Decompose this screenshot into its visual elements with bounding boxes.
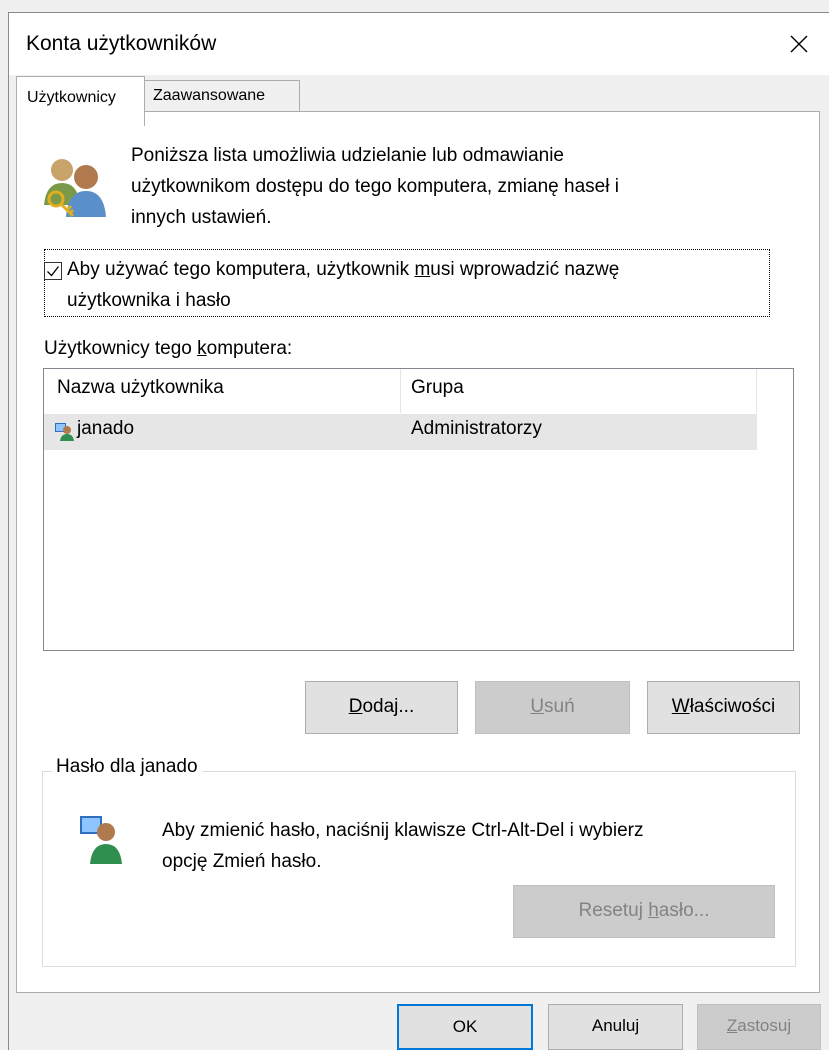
column-divider[interactable] <box>756 369 757 413</box>
table-row[interactable]: janado Administratorzy <box>44 414 757 450</box>
require-login-accel: m <box>414 259 431 280</box>
apply-button[interactable]: Zastosuj <box>697 1004 821 1050</box>
apply-label: astosuj <box>737 1016 792 1035</box>
users-label-text: omputera: <box>206 338 293 359</box>
reset-password-button[interactable]: Resetuj hasło... <box>513 885 775 938</box>
user-group-cell: Administratorzy <box>411 418 542 439</box>
window-title: Konta użytkowników <box>26 32 217 55</box>
close-button[interactable] <box>769 13 829 75</box>
apply-accel: Z <box>726 1016 738 1035</box>
password-info-line: opcję Zmień hasło. <box>162 851 322 872</box>
password-info-text: Aby zmienić hasło, naciśnij klawisze Ctr… <box>162 815 782 877</box>
require-login-text: usi wprowadzić nazwę <box>430 259 620 280</box>
properties-accel: W <box>671 696 690 717</box>
user-name-cell: janado <box>77 418 135 439</box>
intro-line: Poniższa lista umożliwia udzielanie lub … <box>131 145 565 166</box>
require-login-text: użytkownika i hasło <box>67 290 231 311</box>
users-list[interactable]: Nazwa użytkownika Grupa janado Administr… <box>43 368 794 651</box>
reset-password-label: Resetuj <box>578 900 649 921</box>
add-label: odaj... <box>362 696 415 717</box>
user-icon <box>55 423 74 441</box>
column-header-username[interactable]: Nazwa użytkownika <box>57 377 224 399</box>
users-label-text: Użytkownicy tego <box>44 338 198 359</box>
users-list-label: Użytkownicy tego komputera: <box>44 333 292 364</box>
require-login-text: Aby używać tego komputera, użytkownik <box>67 259 415 280</box>
reset-password-label: asło... <box>658 900 710 921</box>
add-accel: D <box>348 696 363 717</box>
user-icon <box>80 816 122 864</box>
users-label-accel: k <box>197 338 207 359</box>
properties-label: łaściwości <box>689 696 776 717</box>
remove-accel: U <box>530 696 545 717</box>
column-divider[interactable] <box>400 369 401 413</box>
column-header-group[interactable]: Grupa <box>411 377 464 399</box>
intro-line: użytkownikom dostępu do tego komputera, … <box>131 176 619 197</box>
remove-label: suń <box>544 696 575 717</box>
require-login-checkbox[interactable] <box>44 262 62 280</box>
properties-button[interactable]: Właściwości <box>647 681 800 734</box>
cancel-button[interactable]: Anuluj <box>548 1004 683 1050</box>
title-bar: Konta użytkowników <box>9 13 829 75</box>
ok-button[interactable]: OK <box>397 1004 533 1050</box>
close-icon <box>790 35 808 53</box>
intro-text: Poniższa lista umożliwia udzielanie lub … <box>131 140 771 233</box>
add-button[interactable]: Dodaj... <box>305 681 458 734</box>
tab-advanced-label: Zaawansowane <box>153 87 266 104</box>
users-group-icon <box>44 159 106 218</box>
tab-users[interactable]: Użytkownicy <box>16 76 145 126</box>
password-info-line: Aby zmienić hasło, naciśnij klawisze Ctr… <box>162 820 644 841</box>
require-login-label[interactable]: Aby używać tego komputera, użytkownik mu… <box>67 254 767 316</box>
password-group-title: Hasło dla janado <box>52 756 202 778</box>
tab-advanced[interactable]: Zaawansowane <box>144 80 300 112</box>
remove-button[interactable]: Usuń <box>475 681 630 734</box>
checkmark-icon <box>47 266 60 277</box>
reset-password-accel: h <box>648 900 659 921</box>
tab-users-label: Użytkownicy <box>27 89 116 106</box>
intro-line: innych ustawień. <box>131 207 272 228</box>
list-header: Nazwa użytkownika Grupa <box>44 369 757 413</box>
